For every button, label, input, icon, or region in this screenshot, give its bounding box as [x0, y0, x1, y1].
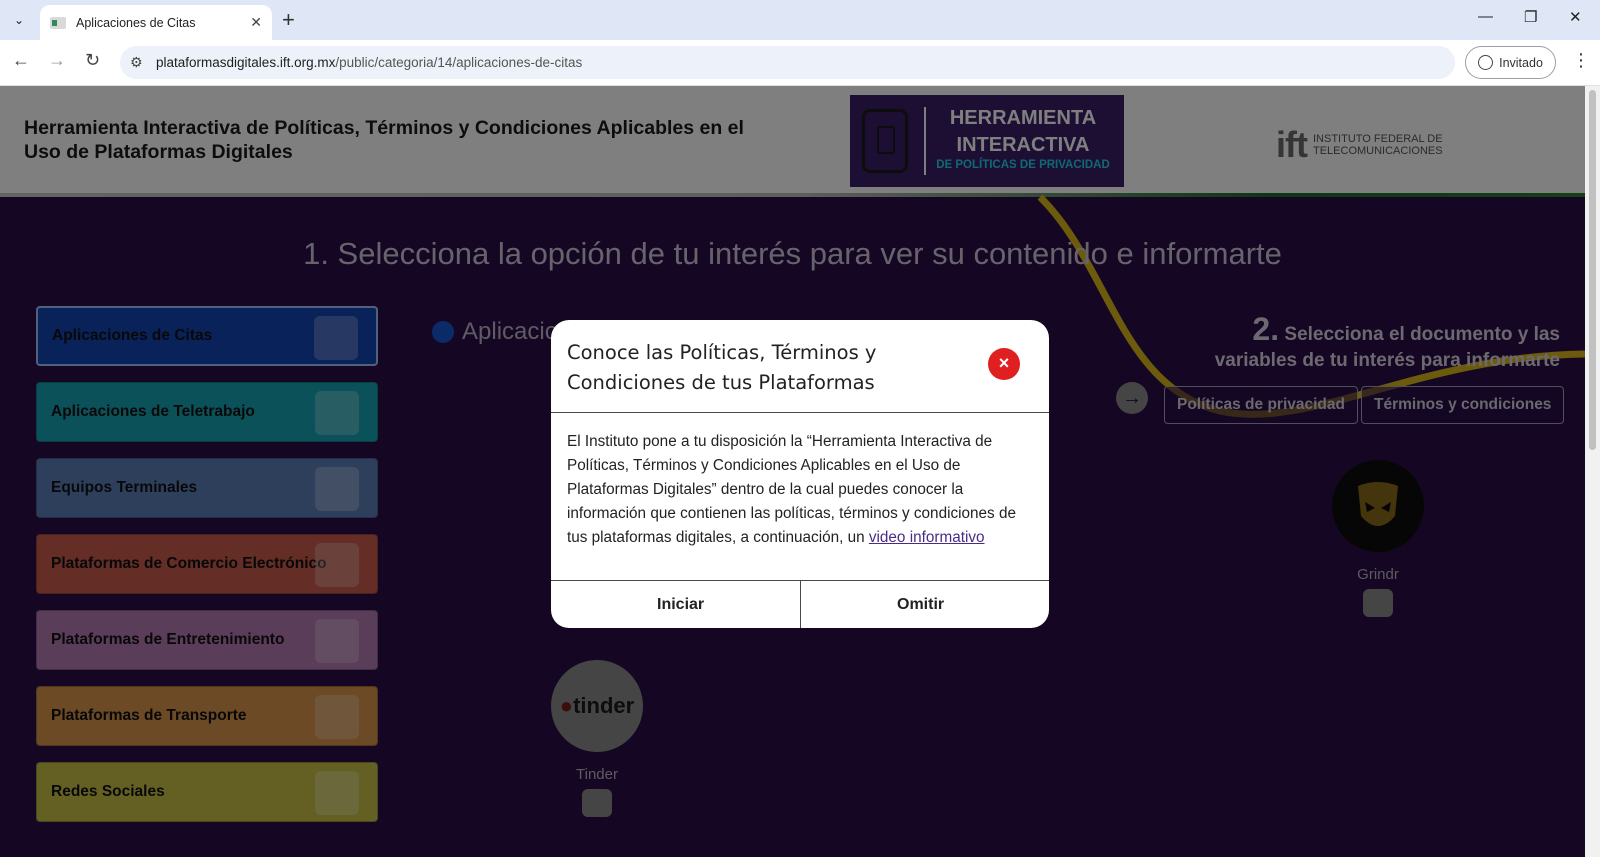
tab-title: Aplicaciones de Citas	[76, 15, 196, 30]
restore-icon[interactable]: ❐	[1524, 8, 1537, 26]
start-button[interactable]: Iniciar	[645, 587, 717, 623]
new-tab-plus-icon[interactable]: +	[282, 8, 295, 32]
tab-close-icon[interactable]: ✕	[250, 14, 262, 31]
close-window-icon[interactable]: ✕	[1569, 8, 1582, 26]
video-link[interactable]: video informativo	[869, 529, 985, 546]
page-scrollbar[interactable]	[1585, 86, 1600, 857]
address-bar[interactable]: ⚙ plataformasdigitales.ift.org.mx/public…	[120, 46, 1455, 79]
forward-arrow-icon[interactable]: →	[48, 50, 66, 71]
browser-tab[interactable]: Aplicaciones de Citas ✕	[40, 5, 272, 40]
favicon-icon	[50, 16, 66, 29]
modal-title: Conoce las Políticas, Términos y Condici…	[567, 341, 877, 394]
reload-icon[interactable]: ↻	[85, 50, 100, 71]
profile-label: Invitado	[1499, 55, 1543, 70]
browser-tabstrip: ⌄ Aplicaciones de Citas ✕ + — ❐ ✕	[0, 0, 1600, 40]
modal-close-icon[interactable]: ×	[988, 348, 1020, 380]
skip-button[interactable]: Omitir	[885, 587, 957, 623]
profile-icon	[1478, 55, 1494, 70]
browser-toolbar: ← → ↻ ⚙ plataformasdigitales.ift.org.mx/…	[0, 40, 1600, 86]
intro-modal: Conoce las Políticas, Términos y Condici…	[551, 320, 1049, 628]
browser-menu-icon[interactable]: ⋮	[1572, 50, 1590, 71]
site-info-icon[interactable]: ⚙	[130, 54, 143, 71]
back-arrow-icon[interactable]: ←	[12, 50, 30, 71]
minimize-icon[interactable]: —	[1478, 8, 1493, 25]
address-url: plataformasdigitales.ift.org.mx/public/c…	[156, 55, 583, 70]
modal-body: El Instituto pone a tu disposición la “H…	[567, 430, 1037, 550]
tab-list-chevron-icon[interactable]: ⌄	[6, 8, 32, 32]
profile-button[interactable]: Invitado	[1465, 46, 1556, 79]
